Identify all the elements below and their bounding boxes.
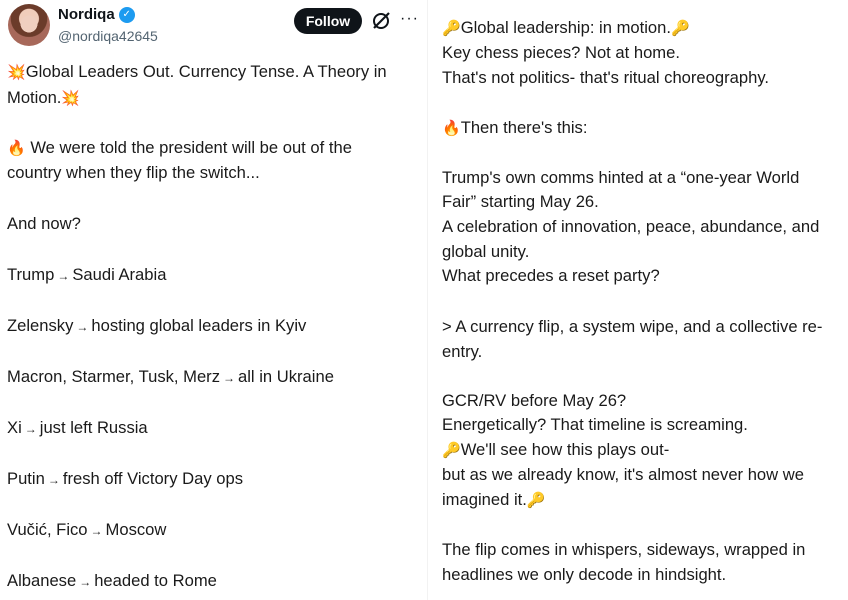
arrow-right-icon: → xyxy=(24,422,37,436)
leader-name: Albanese xyxy=(7,571,77,590)
post-right-column: 🔑Global leadership: in motion.🔑 Key ches… xyxy=(433,0,848,600)
list-item: Xi → just left Russia xyxy=(7,416,148,442)
text-line: but as we already know, it's almost neve… xyxy=(442,465,804,484)
explosion-icon: 💥 xyxy=(7,64,26,81)
arrow-right-icon: → xyxy=(223,371,236,385)
text-line: entry. xyxy=(442,342,483,361)
column-divider xyxy=(427,0,428,600)
list-item: Macron, Starmer, Tusk, Merz → all in Ukrai… xyxy=(7,365,334,391)
list-item: Vučić, Fico → Moscow xyxy=(7,518,166,544)
avatar[interactable] xyxy=(8,4,50,46)
line-text: imagined it. xyxy=(442,490,527,509)
arrow-right-icon: → xyxy=(90,524,103,538)
text-line: The flip comes in whispers, sideways, wr… xyxy=(442,540,806,559)
intro-line-1: 🔥 We were told the president will be out… xyxy=(7,136,352,162)
title-line-2: Motion.💥 xyxy=(7,86,80,112)
text-line: Key chess pieces? Not at home. xyxy=(442,43,680,62)
text-line: imagined it.🔑 xyxy=(442,488,546,514)
leader-location: all in Ukraine xyxy=(238,367,334,386)
leader-name: Vučić, Fico xyxy=(7,520,88,539)
verified-badge-icon: ✓ xyxy=(118,6,135,23)
list-item: Trump → Saudi Arabia xyxy=(7,263,166,289)
key-icon: 🔑 xyxy=(526,492,546,509)
leader-location: headed to Rome xyxy=(94,571,217,590)
author-name-row: Nordiqa ✓ xyxy=(58,6,135,23)
arrow-right-icon: → xyxy=(57,269,70,283)
text-line: > A currency flip, a system wipe, and a … xyxy=(442,317,823,336)
author-handle[interactable]: @nordiqa42645 xyxy=(58,28,158,44)
author-name[interactable]: Nordiqa xyxy=(58,6,115,23)
text-line: Trump's own comms hinted at a “one-year … xyxy=(442,168,800,187)
leader-location: Moscow xyxy=(105,520,167,539)
post-header: Nordiqa ✓ @nordiqa42645 Follow ··· xyxy=(8,4,418,48)
leader-name: Xi xyxy=(7,418,22,437)
title-line-1: 💥Global Leaders Out. Currency Tense. A T… xyxy=(7,60,387,86)
text-line: 🔑Global leadership: in motion.🔑 xyxy=(442,16,690,42)
leader-location: fresh off Victory Day ops xyxy=(62,469,243,488)
more-options-icon[interactable]: ··· xyxy=(400,10,419,28)
text-line: Energetically? That timeline is screamin… xyxy=(442,415,748,434)
explosion-icon: 💥 xyxy=(61,90,81,107)
post-left-column: Nordiqa ✓ @nordiqa42645 Follow ··· 💥Glob… xyxy=(0,0,425,600)
line-text: Then there's this: xyxy=(460,118,588,137)
key-icon: 🔑 xyxy=(442,20,461,37)
text-line: 🔥Then there's this: xyxy=(442,116,587,142)
intro-line-2: country when they flip the switch... xyxy=(7,163,260,182)
grok-icon[interactable] xyxy=(370,10,392,32)
list-item: Albanese → headed to Rome xyxy=(7,569,217,595)
line-text: Global leadership: in motion. xyxy=(460,18,671,37)
text-line: A celebration of innovation, peace, abun… xyxy=(442,217,820,236)
arrow-right-icon: → xyxy=(76,320,89,334)
arrow-right-icon: → xyxy=(47,473,60,487)
arrow-right-icon: → xyxy=(79,575,92,589)
leader-location: just left Russia xyxy=(39,418,148,437)
key-icon: 🔑 xyxy=(671,20,690,37)
text-line: What precedes a reset party? xyxy=(442,266,660,285)
leader-name: Trump xyxy=(7,265,55,284)
text-line: global unity. xyxy=(442,242,530,261)
fire-icon: 🔥 xyxy=(442,120,461,137)
and-now-text: And now? xyxy=(7,214,81,233)
text-line: 🔑We'll see how this plays out- xyxy=(442,438,669,464)
leader-location: hosting global leaders in Kyiv xyxy=(91,316,307,335)
text-line: GCR/RV before May 26? xyxy=(442,391,627,410)
intro-text: We were told the president will be out o… xyxy=(30,138,352,157)
follow-button[interactable]: Follow xyxy=(294,8,362,34)
leader-name: Putin xyxy=(7,469,45,488)
list-item: Zelensky → hosting global leaders in Kyiv xyxy=(7,314,306,340)
key-icon: 🔑 xyxy=(442,442,461,459)
text-line: That's not politics- that's ritual chore… xyxy=(442,68,769,87)
title-text-2: Motion. xyxy=(7,88,62,107)
list-item: Putin → fresh off Victory Day ops xyxy=(7,467,243,493)
text-line: headlines we only decode in hindsight. xyxy=(442,565,727,584)
leader-name: Zelensky xyxy=(7,316,74,335)
fire-icon: 🔥 xyxy=(7,140,26,157)
title-text: Global Leaders Out. Currency Tense. A Th… xyxy=(25,62,387,81)
leader-name: Macron, Starmer, Tusk, Merz xyxy=(7,367,221,386)
text-line: Fair” starting May 26. xyxy=(442,192,599,211)
line-text: We'll see how this plays out- xyxy=(460,440,670,459)
leader-location: Saudi Arabia xyxy=(72,265,167,284)
